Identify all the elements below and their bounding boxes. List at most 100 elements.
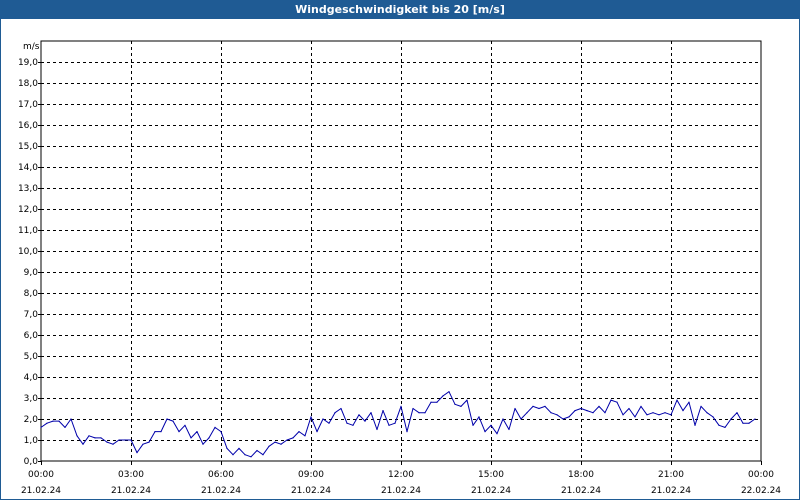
data-point [100, 437, 102, 439]
data-point [640, 405, 642, 407]
data-point [616, 401, 618, 403]
data-point [124, 439, 126, 441]
data-point [436, 401, 438, 403]
x-tick-date-label: 21.02.24 [111, 486, 151, 496]
data-point [298, 431, 300, 433]
grid-lines [41, 41, 761, 461]
y-tick-label: 8,0 [24, 289, 39, 299]
data-point [670, 414, 672, 416]
y-tick-label: 11,0 [18, 226, 38, 236]
data-point [382, 410, 384, 412]
data-point [178, 431, 180, 433]
data-point [328, 422, 330, 424]
data-point [604, 412, 606, 414]
data-point [514, 407, 516, 410]
data-point [160, 431, 162, 433]
y-tick-label: 13,0 [18, 184, 38, 194]
data-point [622, 414, 624, 416]
data-point [316, 431, 318, 433]
x-tick-time-label: 00:00 [748, 470, 774, 480]
data-point [712, 416, 714, 418]
data-point [694, 424, 696, 426]
x-tick-date-label: 21.02.24 [471, 486, 511, 496]
x-tick-date-label: 21.02.24 [561, 486, 601, 496]
data-point [148, 441, 150, 443]
data-point [646, 414, 648, 416]
data-point [634, 416, 636, 418]
wind-speed-chart: m/s 0,0 1,0 2,0 3,0 4,0 5,0 6,0 7,0 8,0 9,0 10,0 11… [18, 40, 781, 496]
y-tick-label: 5,0 [24, 352, 39, 362]
data-point [340, 407, 342, 410]
y-axis: m/s 0,0 1,0 2,0 3,0 4,0 5,0 6,0 7,0 8,0 9,0 10,0 11… [18, 42, 41, 467]
data-point [658, 414, 660, 416]
data-point [244, 454, 246, 456]
y-tick-label: 19,0 [18, 58, 38, 68]
data-point [598, 405, 600, 407]
x-tick-date-label: 21.02.24 [291, 486, 331, 496]
data-point [520, 418, 522, 420]
data-point [736, 412, 738, 414]
data-point [112, 443, 114, 445]
data-point [256, 449, 258, 452]
data-point [172, 420, 174, 422]
data-point [664, 412, 666, 414]
x-tick-date-label: 21.02.24 [381, 486, 421, 496]
x-tick-time-label: 09:00 [298, 470, 324, 480]
data-point [388, 424, 390, 426]
data-point [718, 424, 720, 426]
data-point [142, 443, 144, 445]
data-point [70, 418, 72, 420]
data-point [136, 452, 138, 454]
data-point [724, 426, 726, 428]
data-point [484, 431, 486, 433]
data-point [688, 401, 690, 403]
data-point [424, 412, 426, 414]
data-point [496, 433, 498, 435]
data-point [76, 435, 78, 437]
data-point [478, 416, 480, 418]
data-point [592, 412, 594, 414]
y-tick-label: 12,0 [18, 205, 38, 215]
data-point [586, 410, 588, 412]
data-point [742, 422, 744, 424]
x-tick-time-label: 03:00 [118, 470, 144, 480]
data-point [526, 412, 528, 414]
data-point [544, 405, 546, 407]
data-point [508, 428, 510, 431]
data-point [184, 424, 186, 426]
y-axis-unit-label: m/s [23, 42, 40, 52]
x-tick-date-label: 21.02.24 [651, 486, 691, 496]
data-point [430, 401, 432, 403]
data-point [94, 437, 96, 439]
data-point [580, 407, 582, 410]
data-point [700, 405, 702, 407]
data-point [472, 424, 474, 426]
data-point [376, 428, 378, 431]
data-point [466, 399, 468, 401]
data-point [568, 416, 570, 418]
data-point [574, 410, 576, 412]
data-point [400, 405, 402, 407]
x-axis: 00:00 21.02.24 03:00 21.02.24 06:00 21.02.24 0… [21, 461, 781, 496]
data-point [154, 431, 156, 433]
data-point [652, 412, 654, 414]
data-point [88, 435, 90, 437]
y-tick-label: 10,0 [18, 247, 38, 257]
x-tick-time-label: 18:00 [568, 470, 594, 480]
y-tick-label: 3,0 [24, 394, 39, 404]
data-point [292, 437, 294, 439]
x-tick-time-label: 06:00 [208, 470, 234, 480]
data-point [262, 454, 264, 456]
y-tick-label: 16,0 [18, 121, 38, 131]
data-point [304, 435, 306, 437]
y-tick-label: 0,0 [24, 457, 39, 467]
y-tick-label: 6,0 [24, 331, 39, 341]
data-point [358, 414, 360, 416]
data-point [166, 418, 168, 420]
x-tick-time-label: 00:00 [28, 470, 54, 480]
data-point [250, 456, 252, 458]
data-point [190, 437, 192, 439]
data-point [556, 414, 558, 416]
data-point [238, 447, 240, 449]
data-point [418, 412, 420, 414]
